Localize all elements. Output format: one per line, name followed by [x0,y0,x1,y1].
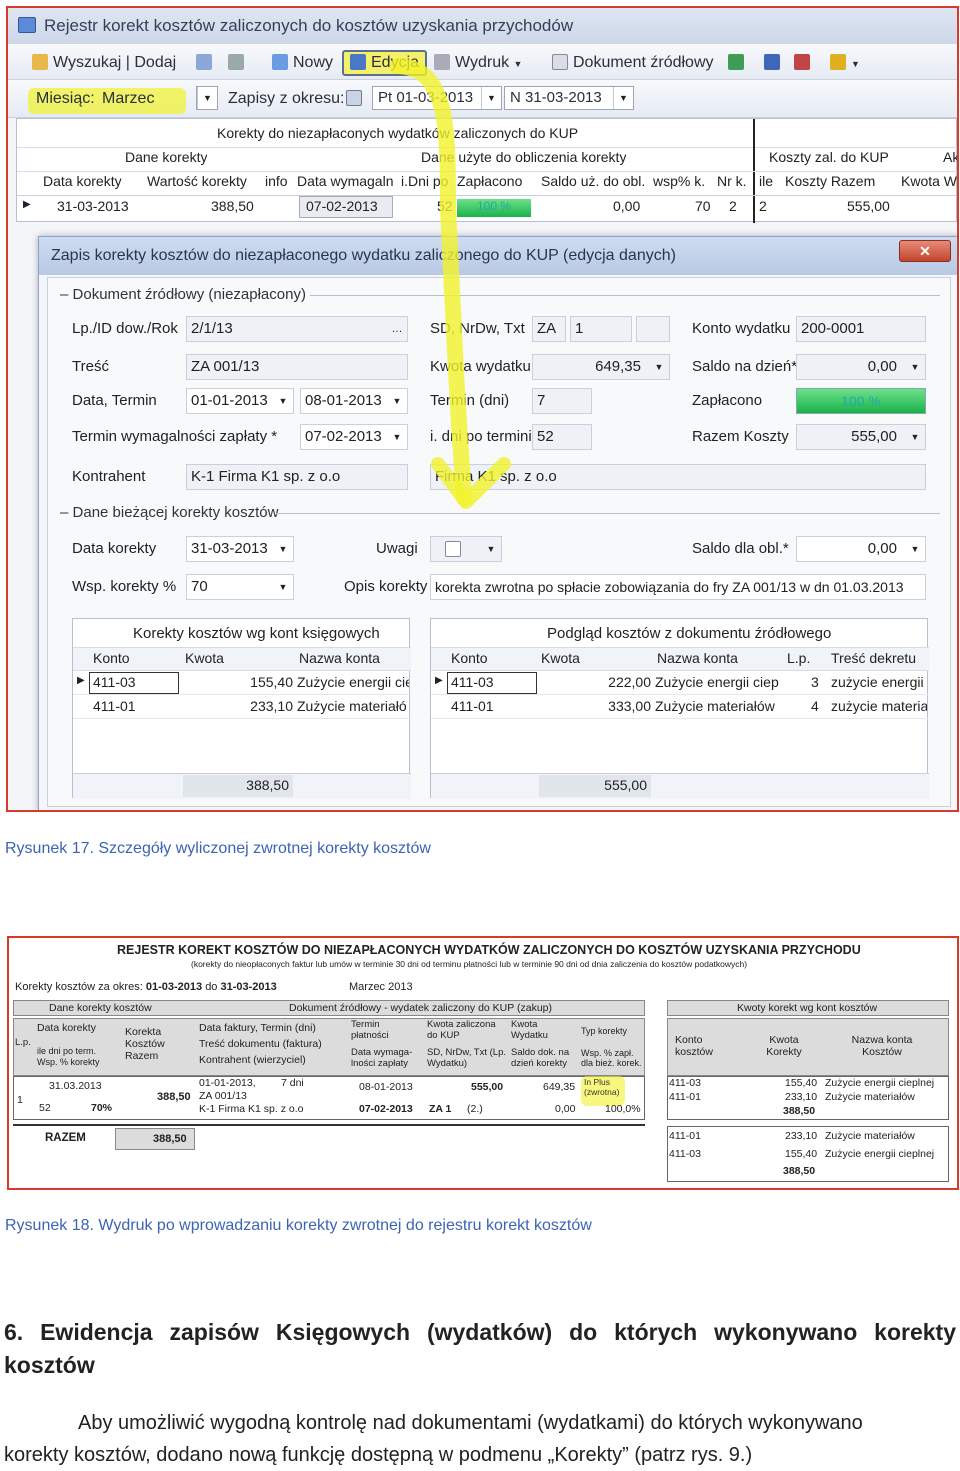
report-razem-value: 388,50 [153,1133,187,1145]
report-cell: 233,10 [785,1091,818,1103]
report-cell: 31.03.2013 [49,1080,102,1092]
section-heading: 6. Ewidencja zapisów Księgowych (wydatkó… [4,1319,956,1345]
report-cell: 155,40 [785,1077,818,1089]
report-group-2: Dokument źródłowy - wydatek zaliczony do… [289,1002,552,1014]
report-col-header: Kwota Wydatku [511,1019,548,1041]
report-cell: 7 dni [281,1077,304,1089]
report-cell: Zużycie materiałów [825,1091,915,1103]
report-printout: REJESTR KOREKT KOSZTÓW DO NIEZAPŁACONYCH… [7,936,959,1190]
report-month: Marzec 2013 [349,981,413,993]
report-col-header: Data korekty [37,1022,96,1034]
report-cell: 233,10 [785,1130,818,1142]
caption-figure-17: Rysunek 17. Szczegóły wyliczonej zwrotne… [5,840,431,857]
report-cell: ZA 001/13 [199,1090,247,1102]
report-col-header: Wsp. % korekty [37,1057,100,1067]
report-col-header: SD, NrDw, Txt (Lp. Wydatku) [427,1047,507,1069]
report-col-header: Termin płatności [351,1019,389,1041]
report-razem-label: RAZEM [45,1132,86,1144]
report-cell: 08-01-2013 [359,1081,413,1093]
report-col-header: Saldo dok. na dzień korekty [511,1047,570,1069]
report-cell: (2.) [467,1103,483,1115]
report-subtitle: (korekty do nieopłaconych faktur lub umó… [191,959,748,969]
report-cell: In Plus (zwrotna) [584,1077,620,1097]
report-col-header: Nazwa konta Kosztów [851,1034,913,1059]
report-cell: Zużycie energii cieplnej [825,1077,935,1089]
report-col-header: Kwota Korekty [766,1034,802,1059]
report-cell: 555,00 [471,1081,504,1093]
report-col-header: Typ korekty [581,1026,628,1036]
report-cell: 52 [39,1102,51,1114]
report-col-header: Kwota zaliczona do KUP [427,1019,496,1041]
report-cell: 07-02-2013 [359,1103,413,1115]
report-col-header: Kontrahent (wierzyciel) [199,1054,306,1066]
report-cell: ZA 1 [429,1103,452,1115]
report-col-header: Treść dokumentu (faktura) [199,1038,322,1050]
report-cell: 1 [17,1094,23,1106]
report-title: REJESTR KOREKT KOSZTÓW DO NIEZAPŁACONYCH… [117,943,861,957]
report-cell: 388,50 [157,1091,191,1103]
report-cell: 388,50 [783,1165,816,1177]
report-cell: 388,50 [783,1105,816,1117]
report-cell: 155,40 [785,1148,818,1160]
paragraph-line-1: Aby umożliwić wygodną kontrolę nad dokum… [78,1412,863,1434]
highlight-arrow [390,58,511,509]
report-cell: K-1 Firma K1 sp. z o.o [199,1103,304,1115]
report-cell: 411-03 [669,1148,701,1160]
report-cell: 01-01-2013, [199,1077,256,1089]
report-col-header: Data faktury, Termin (dni) [199,1022,316,1034]
report-cell: Zużycie energii cieplnej [825,1148,935,1160]
report-col-header: ile dni po term. [37,1046,97,1056]
report-col-header: Konto kosztów [675,1034,713,1059]
report-cell: 411-03 [669,1077,701,1089]
caption-figure-18: Rysunek 18. Wydruk po wprowadzaniu korek… [5,1217,592,1234]
report-col-header: L.p. [15,1037,31,1048]
report-period: Korekty kosztów za okres: 01-03-2013 do … [15,981,277,993]
report-cell: 100,0% [605,1103,641,1115]
report-cell: 411-01 [669,1091,701,1103]
report-col-header: Wsp. % zapł. dla bież. korek. [581,1048,642,1069]
section-heading-cont: kosztów [4,1352,95,1378]
report-cell: 649,35 [543,1081,576,1093]
report-col-header: Data wymaga-lności zapłaty [351,1047,413,1069]
report-col-header: Korekta Kosztów Razem [125,1026,165,1063]
report-cell: 411-01 [669,1130,701,1142]
app-window: Rejestr korekt kosztów zaliczonych do ko… [6,6,959,812]
paragraph-line-2: korekty kosztów, dodano nową funkcję dos… [4,1444,753,1466]
report-group-1: Dane korekty kosztów [49,1002,152,1014]
report-group-3: Kwoty korekt wg kont kosztów [737,1002,878,1014]
report-cell: Zużycie materiałów [825,1130,915,1142]
report-cell: 0,00 [555,1103,576,1115]
report-cell: 70% [91,1102,113,1114]
